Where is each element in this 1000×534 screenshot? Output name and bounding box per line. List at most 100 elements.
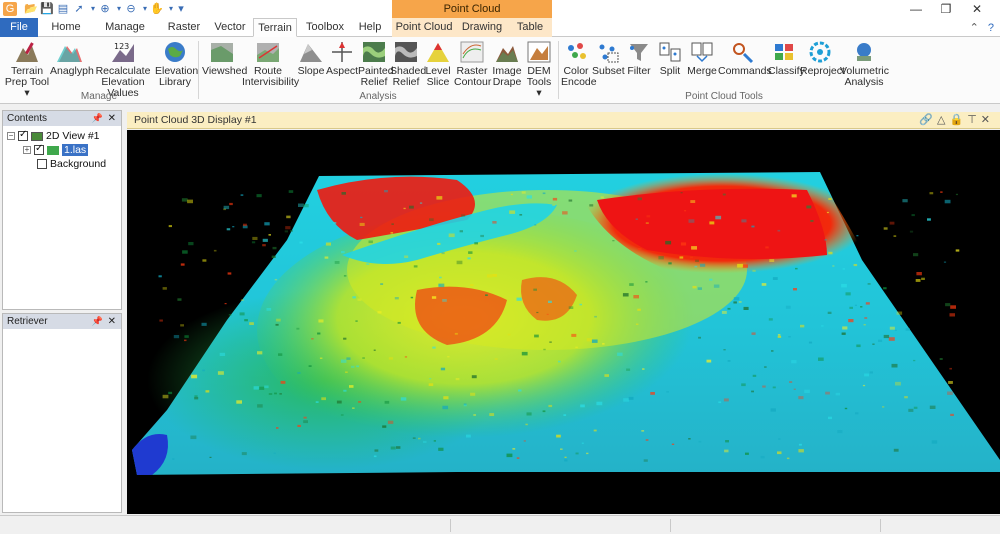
route-intervisibility-icon bbox=[257, 43, 279, 62]
slope-button[interactable]: Slope bbox=[296, 40, 326, 77]
raster-contour-icon bbox=[460, 41, 484, 63]
contents-panel-title: Contents bbox=[7, 113, 48, 124]
tree-item-background[interactable]: Background bbox=[37, 158, 106, 170]
aspect-button[interactable]: Aspect bbox=[326, 40, 358, 77]
recalculate-elevation-icon: 123 bbox=[112, 42, 134, 62]
anaglyph-icon bbox=[57, 46, 82, 62]
anaglyph-button[interactable]: Anaglyph bbox=[50, 40, 94, 77]
contents-panel-header: Contents 📌 ✕ bbox=[3, 111, 121, 126]
filter-button[interactable]: Filter bbox=[625, 40, 653, 77]
color-encode-button[interactable]: Color Encode bbox=[561, 40, 597, 88]
tab-file[interactable]: File bbox=[0, 18, 38, 37]
retriever-panel: Retriever 📌 ✕ bbox=[2, 313, 122, 513]
close-icon[interactable]: ✕ bbox=[967, 2, 987, 16]
select-tool-icon[interactable]: ➚ bbox=[72, 2, 86, 16]
map-view-icon bbox=[31, 131, 43, 141]
raster-contour-button[interactable]: Raster Contour bbox=[454, 40, 491, 88]
collapse-ribbon-icon[interactable]: ⌃ bbox=[970, 22, 979, 34]
point-cloud-render bbox=[127, 172, 1000, 514]
link-icon[interactable]: 🔗 bbox=[919, 114, 937, 126]
tab-toolbox[interactable]: Toolbox bbox=[302, 18, 348, 37]
status-segment bbox=[880, 519, 881, 532]
document-title[interactable]: Point Cloud 3D Display #1 bbox=[134, 114, 257, 126]
tree-item-2d-view[interactable]: −2D View #1 bbox=[7, 129, 100, 142]
collapse-icon[interactable]: − bbox=[7, 132, 15, 141]
split-button[interactable]: Split bbox=[656, 40, 684, 77]
group-label-point-cloud-tools: Point Cloud Tools bbox=[685, 91, 763, 102]
pan-icon[interactable]: ✋ bbox=[150, 2, 164, 16]
level-slice-icon bbox=[427, 43, 449, 62]
lock-icon[interactable]: 🔒 bbox=[949, 114, 967, 126]
subset-icon bbox=[599, 44, 619, 63]
route-intervisibility-button[interactable]: Route Intervisibility bbox=[242, 40, 299, 88]
status-segment bbox=[670, 519, 671, 532]
classify-button[interactable]: Classify bbox=[768, 40, 805, 77]
image-drape-icon bbox=[496, 46, 518, 62]
terrain-prep-icon bbox=[16, 42, 38, 62]
painted-relief-icon bbox=[363, 42, 385, 62]
tab-drawing[interactable]: Drawing bbox=[456, 18, 508, 37]
zoom-in-icon[interactable]: ⊕ bbox=[98, 2, 112, 16]
shaded-relief-icon bbox=[395, 42, 417, 62]
dem-tools-icon bbox=[527, 41, 551, 63]
tab-terrain[interactable]: Terrain bbox=[253, 18, 297, 37]
close-icon[interactable]: ✕ bbox=[108, 111, 116, 126]
image-drape-button[interactable]: Image Drape bbox=[490, 40, 524, 88]
group-divider bbox=[558, 41, 559, 99]
commands-button[interactable]: Commands bbox=[718, 40, 772, 77]
globe-icon bbox=[165, 42, 185, 62]
reproject-button[interactable]: Reproject bbox=[800, 40, 845, 77]
split-icon bbox=[659, 42, 681, 62]
merge-button[interactable]: Merge bbox=[686, 40, 718, 77]
open-icon[interactable]: 📂 bbox=[24, 2, 38, 16]
pin-icon[interactable]: ⊤ bbox=[967, 114, 981, 126]
svg-text:123: 123 bbox=[114, 42, 129, 51]
tab-table[interactable]: Table bbox=[508, 18, 552, 37]
close-icon[interactable]: ✕ bbox=[981, 114, 994, 126]
group-label-manage: Manage bbox=[80, 91, 118, 102]
pin-icon[interactable]: 📌 bbox=[92, 314, 103, 329]
painted-relief-button[interactable]: Painted Relief bbox=[358, 40, 394, 88]
tree-item-las-layer[interactable]: +1.las bbox=[23, 143, 89, 156]
tab-home[interactable]: Home bbox=[46, 18, 86, 37]
tab-raster[interactable]: Raster bbox=[164, 18, 204, 37]
layer-checkbox[interactable] bbox=[34, 143, 44, 156]
customize-toolbar-icon[interactable]: ▾ bbox=[174, 2, 188, 16]
print-icon[interactable]: ▤ bbox=[56, 2, 70, 16]
tab-manage-data[interactable]: Manage Data bbox=[93, 18, 157, 52]
app-logo-icon: G bbox=[3, 2, 17, 16]
status-segment bbox=[450, 519, 451, 532]
pin-icon[interactable]: 📌 bbox=[92, 111, 103, 126]
expand-icon[interactable]: + bbox=[23, 146, 31, 155]
close-icon[interactable]: ✕ bbox=[108, 314, 116, 329]
ribbon-panel: Terrain Prep Tool ▾ Anaglyph 123 Recalcu… bbox=[0, 37, 1000, 104]
save-icon[interactable]: 💾 bbox=[40, 2, 54, 16]
ribbon-tabs: File Home Manage Data Raster Vector Terr… bbox=[0, 18, 1000, 52]
restore-icon[interactable]: ❐ bbox=[936, 2, 956, 16]
point-cloud-layer-icon bbox=[47, 145, 59, 155]
warning-icon[interactable]: △ bbox=[937, 114, 949, 126]
shaded-relief-button[interactable]: Shaded Relief bbox=[390, 40, 426, 88]
retriever-panel-header: Retriever 📌 ✕ bbox=[3, 314, 121, 329]
volumetric-analysis-button[interactable]: Volumetric Analysis bbox=[840, 40, 889, 88]
minimize-icon[interactable]: — bbox=[906, 2, 926, 16]
layer-checkbox[interactable] bbox=[37, 159, 47, 170]
filter-icon bbox=[630, 44, 648, 61]
group-label-analysis: Analysis bbox=[359, 91, 397, 102]
zoom-out-icon[interactable]: ⊖ bbox=[124, 2, 138, 16]
tab-vector[interactable]: Vector bbox=[211, 18, 249, 37]
level-slice-button[interactable]: Level Slice bbox=[423, 40, 453, 88]
tab-point-cloud[interactable]: Point Cloud bbox=[392, 18, 456, 37]
help-icon[interactable]: ? bbox=[988, 22, 994, 34]
layer-checkbox[interactable] bbox=[18, 129, 28, 142]
title-bar: G 📂 💾 ▤ ➚ ▾ ⊕ ▾ ⊖ ▾ ✋ ▾ ▾ Point Cloud — … bbox=[0, 0, 1000, 18]
viewshed-button[interactable]: Viewshed bbox=[202, 40, 247, 77]
elevation-library-button[interactable]: Elevation Library bbox=[155, 40, 198, 88]
subset-button[interactable]: Subset bbox=[592, 40, 625, 77]
volumetric-analysis-icon bbox=[857, 43, 871, 61]
tab-help[interactable]: Help bbox=[352, 18, 388, 37]
status-bar bbox=[0, 515, 1000, 534]
contents-panel: Contents 📌 ✕ −2D View #1 +1.las Backgrou… bbox=[2, 110, 122, 310]
merge-icon bbox=[691, 42, 713, 63]
point-cloud-3d-view[interactable] bbox=[127, 130, 1000, 514]
